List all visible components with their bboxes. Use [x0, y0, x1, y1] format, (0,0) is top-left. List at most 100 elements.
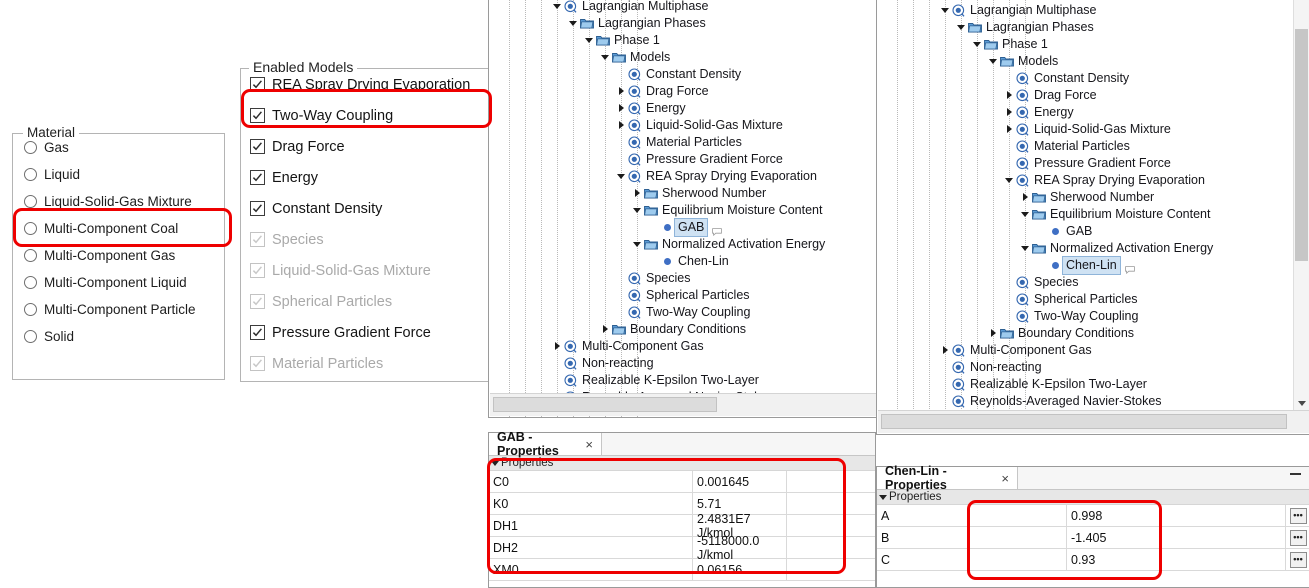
chen-properties-section-header[interactable]: Properties — [877, 490, 1309, 505]
radio-icon[interactable] — [24, 141, 37, 154]
tree-node-non-reacting[interactable]: Non-reacting — [941, 359, 1042, 376]
tree-node-reynolds-averaged-navier-stokes[interactable]: Reynolds-Averaged Navier-Stokes — [941, 393, 1162, 410]
tree-node-normalized-activation-energy[interactable]: Normalized Activation Energy — [633, 236, 825, 253]
property-value[interactable]: -5118000.0 J/kmol — [693, 534, 787, 562]
radio-icon[interactable] — [24, 249, 37, 262]
tree-node-liquid-solid-gas-mixture[interactable]: Liquid-Solid-Gas Mixture — [617, 117, 783, 134]
chevron-down-icon[interactable] — [989, 57, 998, 66]
property-row[interactable]: DH1 2.4831E7 J/kmol — [489, 512, 875, 540]
tree-node-phase-1[interactable]: Phase 1 — [973, 36, 1048, 53]
property-value[interactable]: 0.06156 — [693, 559, 787, 580]
radio-icon[interactable] — [24, 303, 37, 316]
chevron-down-icon[interactable] — [1005, 176, 1014, 185]
tree-node-chen-lin[interactable]: Chen-Lin — [649, 253, 729, 270]
tree-node-two-way-coupling[interactable]: Two-Way Coupling — [617, 304, 750, 321]
chevron-down-icon[interactable] — [941, 6, 950, 15]
tree-node-realizable-k-epsilon-two-layer[interactable]: Realizable K-Epsilon Two-Layer — [553, 372, 759, 389]
property-row[interactable]: C 0.93 ••• — [877, 549, 1309, 571]
property-row[interactable]: DH2 -5118000.0 J/kmol — [489, 534, 875, 562]
chevron-down-icon[interactable] — [973, 40, 982, 49]
material-option-multi-component-coal[interactable]: Multi-Component Coal — [13, 215, 224, 242]
material-option-multi-component-particle[interactable]: Multi-Component Particle — [13, 296, 224, 323]
property-row[interactable]: B -1.405 ••• — [877, 527, 1309, 549]
chevron-right-icon[interactable] — [1005, 91, 1014, 100]
model-checkbox-two-way-coupling[interactable]: Two-Way Coupling — [241, 100, 493, 131]
tree-node-equilibrium-moisture-content[interactable]: Equilibrium Moisture Content — [633, 202, 823, 219]
chevron-down-icon[interactable] — [569, 19, 578, 28]
chevron-down-icon[interactable] — [633, 206, 642, 215]
property-ellipsis-button[interactable]: ••• — [1286, 549, 1309, 570]
tree-node-gab[interactable]: GAB — [649, 218, 723, 237]
tree-node-spherical-particles[interactable]: Spherical Particles — [617, 287, 750, 304]
tree-node-boundary-conditions[interactable]: Boundary Conditions — [601, 321, 746, 338]
simulation-tree-middle[interactable]: Lagrangian Multiphase Lagrangian Phases Ph… — [488, 0, 878, 418]
chevron-right-icon[interactable] — [941, 346, 950, 355]
chevron-down-icon[interactable] — [1021, 244, 1030, 253]
tree-node-multi-component-gas[interactable]: Multi-Component Gas — [941, 342, 1092, 359]
tree-node-drag-force[interactable]: Drag Force — [1005, 87, 1097, 104]
tree-right-vscrollbar[interactable] — [1293, 0, 1309, 411]
tree-node-boundary-conditions[interactable]: Boundary Conditions — [989, 325, 1134, 342]
material-option-solid[interactable]: Solid — [13, 323, 224, 350]
tree-right-hscroll-thumb[interactable] — [881, 414, 1287, 429]
tree-node-energy[interactable]: Energy — [617, 100, 686, 117]
tree-node-lagrangian-multiphase[interactable]: Lagrangian Multiphase — [553, 0, 708, 15]
chevron-right-icon[interactable] — [1021, 193, 1030, 202]
chevron-down-icon[interactable] — [553, 2, 562, 11]
property-value[interactable]: -1.405 — [1067, 527, 1286, 548]
material-option-liquid[interactable]: Liquid — [13, 161, 224, 188]
tree-node-models[interactable]: Models — [601, 49, 670, 66]
checkbox-icon[interactable] — [250, 77, 265, 92]
tree-node-models[interactable]: Models — [989, 53, 1058, 70]
chevron-down-icon[interactable] — [601, 53, 610, 62]
tree-node-gab[interactable]: GAB — [1037, 223, 1092, 240]
chevron-right-icon[interactable] — [553, 342, 562, 351]
material-option-multi-component-gas[interactable]: Multi-Component Gas — [13, 242, 224, 269]
property-value[interactable]: 0.001645 — [693, 471, 787, 492]
tree-node-phase-1[interactable]: Phase 1 — [585, 32, 660, 49]
tree-node-liquid-solid-gas-mixture[interactable]: Liquid-Solid-Gas Mixture — [1005, 121, 1171, 138]
tree-node-material-particles[interactable]: Material Particles — [1005, 138, 1130, 155]
tree-node-rea-spray-drying-evaporation[interactable]: REA Spray Drying Evaporation — [617, 168, 817, 185]
tree-node-material-particles[interactable]: Material Particles — [617, 134, 742, 151]
tree-node-species[interactable]: Species — [617, 270, 690, 287]
model-checkbox-energy[interactable]: Energy — [241, 162, 489, 193]
tree-node-multi-component-gas[interactable]: Multi-Component Gas — [553, 338, 704, 355]
material-option-multi-component-liquid[interactable]: Multi-Component Liquid — [13, 269, 224, 296]
chevron-right-icon[interactable] — [1005, 125, 1014, 134]
chevron-right-icon[interactable] — [1005, 108, 1014, 117]
chevron-right-icon[interactable] — [633, 189, 642, 198]
checkbox-icon[interactable] — [250, 139, 265, 154]
chevron-down-icon[interactable] — [633, 240, 642, 249]
tree-node-equilibrium-moisture-content[interactable]: Equilibrium Moisture Content — [1021, 206, 1211, 223]
chevron-right-icon[interactable] — [601, 325, 610, 334]
chevron-down-icon[interactable] — [1021, 210, 1030, 219]
property-ellipsis-button[interactable]: ••• — [1286, 527, 1309, 548]
property-ellipsis-button[interactable]: ••• — [1286, 505, 1309, 526]
tree-node-realizable-k-epsilon-two-layer[interactable]: Realizable K-Epsilon Two-Layer — [941, 376, 1147, 393]
tree-node-two-way-coupling[interactable]: Two-Way Coupling — [1005, 308, 1138, 325]
tree-node-chen-lin[interactable]: Chen-Lin — [1037, 256, 1135, 275]
material-option-liquid-solid-gas-mixture[interactable]: Liquid-Solid-Gas Mixture — [13, 188, 224, 215]
tree-right-vscroll-thumb[interactable] — [1295, 29, 1308, 261]
property-value[interactable]: 0.93 — [1067, 549, 1286, 570]
tree-node-non-reacting[interactable]: Non-reacting — [553, 355, 654, 372]
model-checkbox-constant-density[interactable]: Constant Density — [241, 193, 489, 224]
property-row[interactable]: K0 5.71 — [489, 493, 875, 515]
tree-node-species[interactable]: Species — [1005, 274, 1078, 291]
close-icon[interactable]: × — [585, 437, 593, 452]
tree-node-lagrangian-phases[interactable]: Lagrangian Phases — [957, 19, 1094, 36]
property-row[interactable]: XM0 0.06156 — [489, 559, 875, 581]
radio-icon[interactable] — [24, 276, 37, 289]
tree-node-pressure-gradient-force[interactable]: Pressure Gradient Force — [1005, 155, 1171, 172]
gab-properties-section-header[interactable]: Properties — [489, 456, 875, 471]
radio-icon[interactable] — [24, 168, 37, 181]
radio-icon[interactable] — [24, 195, 37, 208]
minimize-icon[interactable] — [1290, 473, 1301, 475]
property-value[interactable]: 0.998 — [1067, 505, 1286, 526]
property-row[interactable]: C0 0.001645 — [489, 471, 875, 493]
model-checkbox-pressure-gradient-force[interactable]: Pressure Gradient Force — [241, 317, 493, 348]
tree-node-constant-density[interactable]: Constant Density — [617, 66, 741, 83]
close-icon[interactable]: × — [1001, 471, 1009, 486]
chevron-right-icon[interactable] — [989, 329, 998, 338]
